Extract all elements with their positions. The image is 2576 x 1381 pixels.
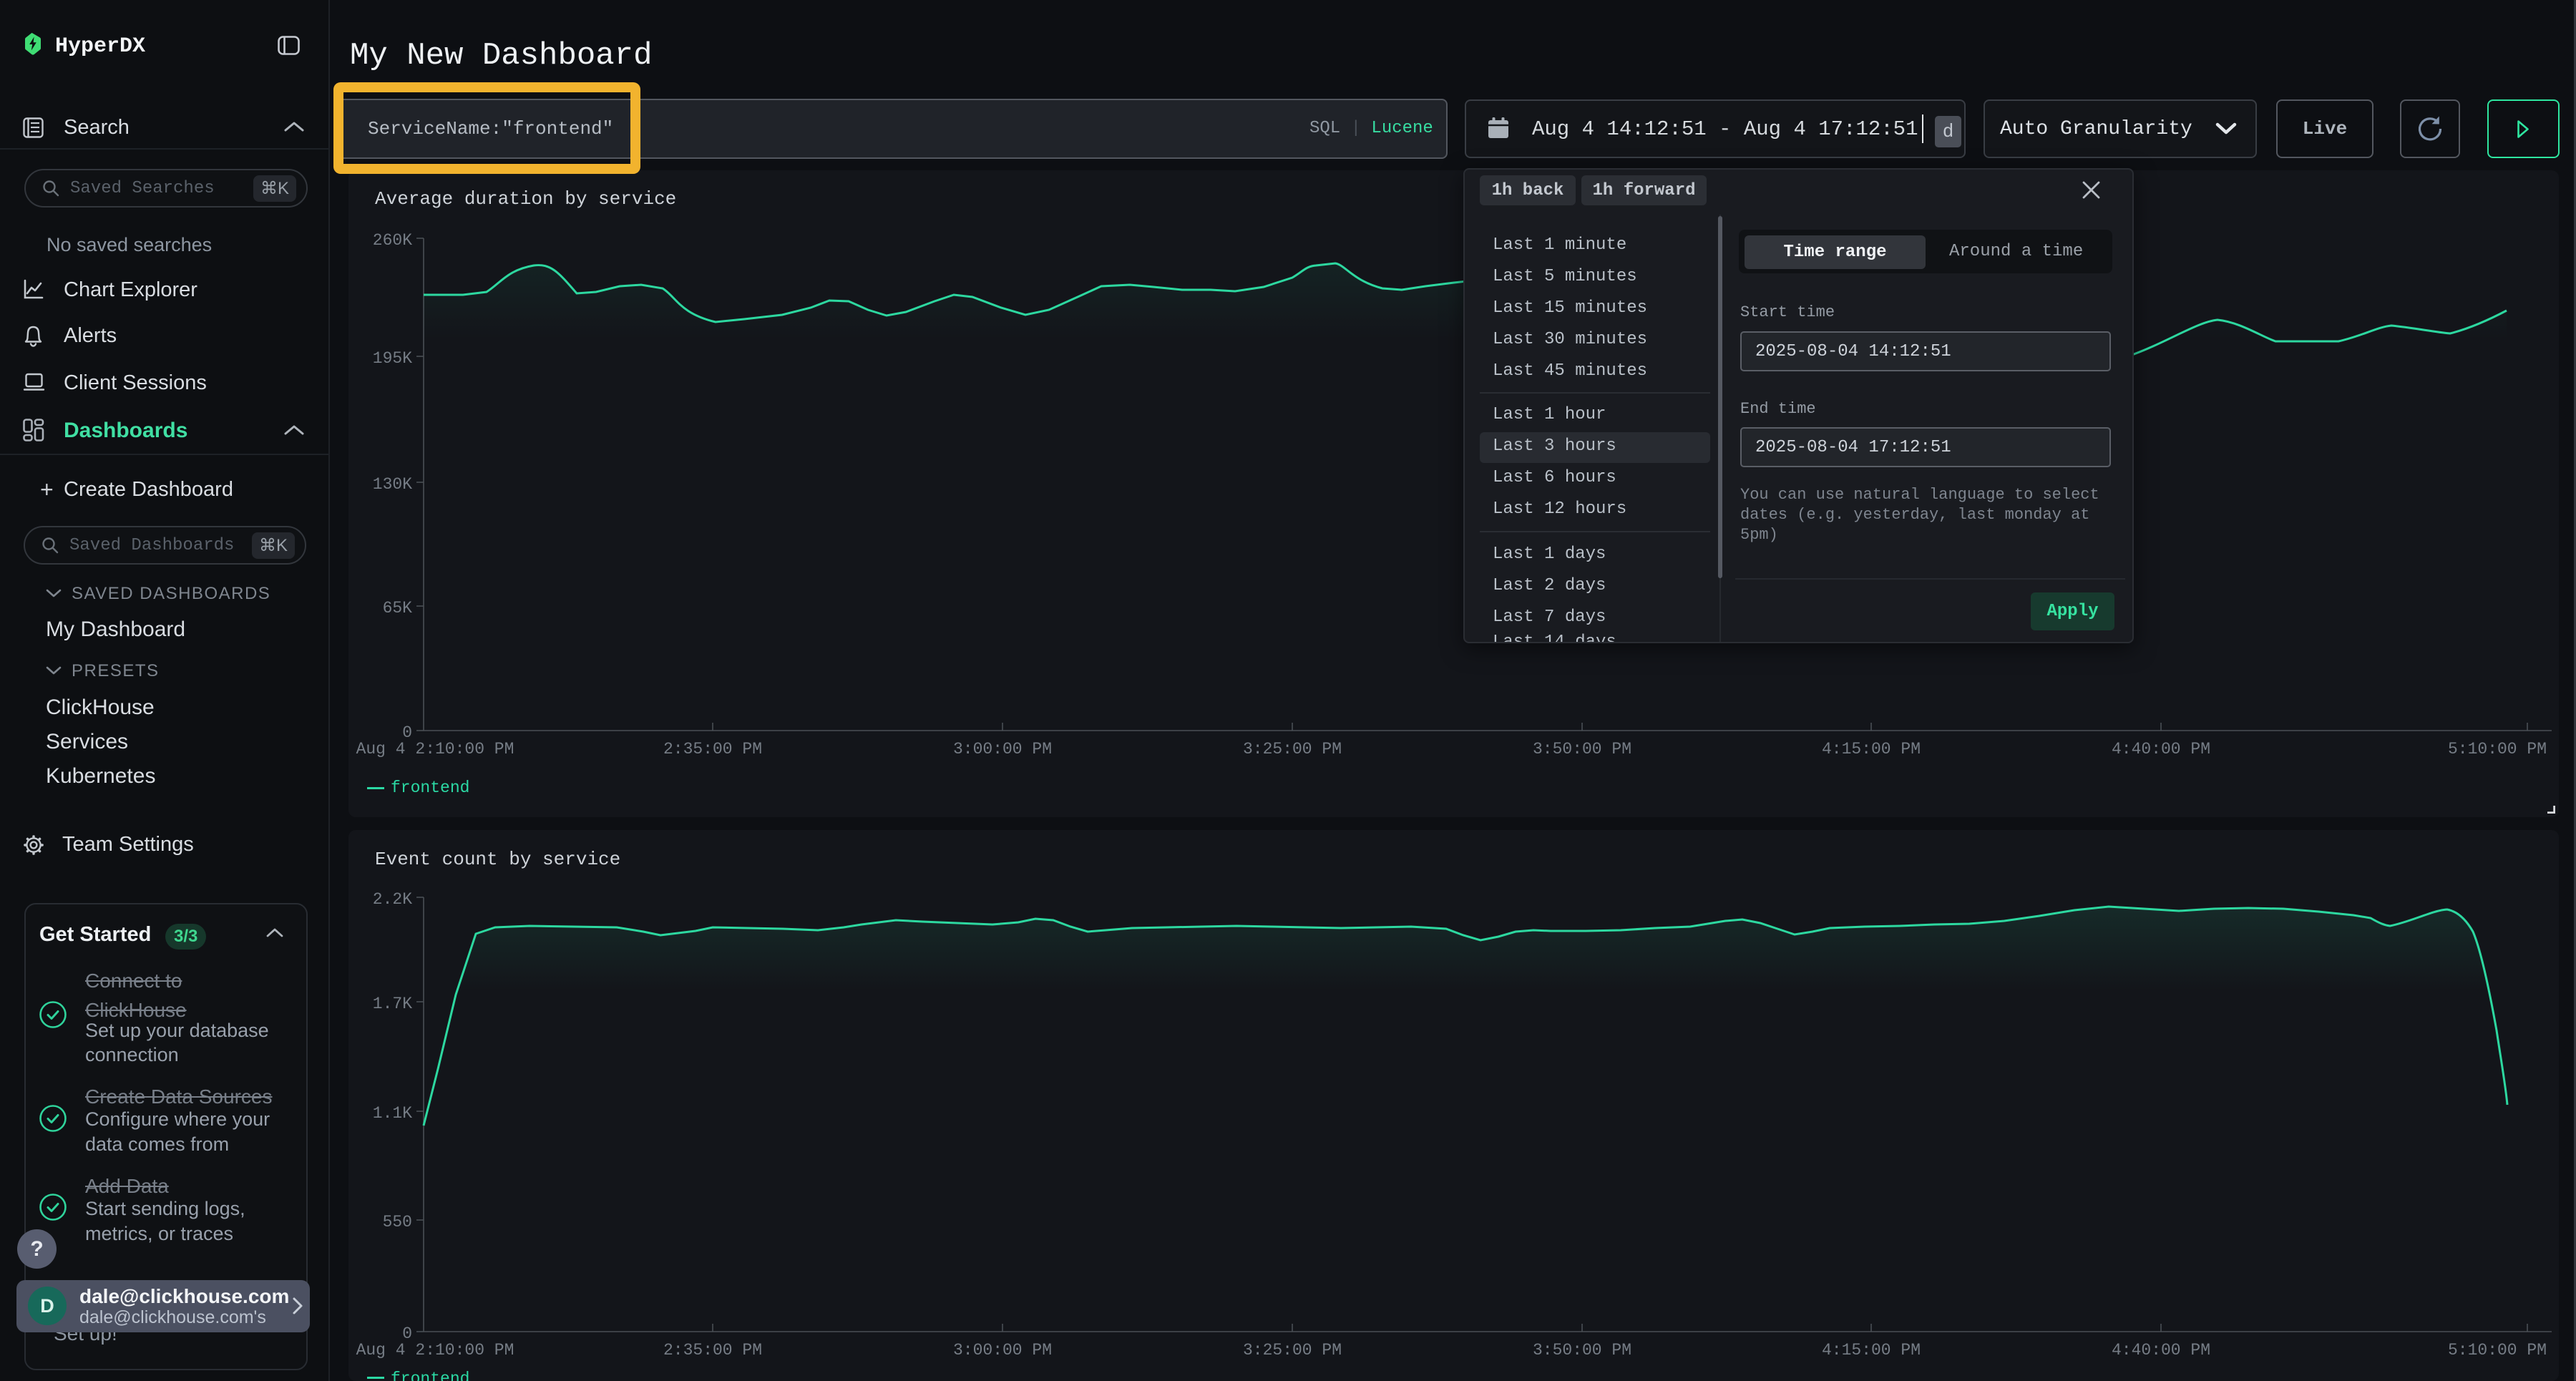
svg-text:5:10:00 PM: 5:10:00 PM: [2448, 1341, 2547, 1360]
svg-text:3:50:00 PM: 3:50:00 PM: [1533, 1341, 1631, 1360]
svg-text:65K: 65K: [383, 599, 413, 618]
svg-text:Aug 4 2:10:00 PM: Aug 4 2:10:00 PM: [356, 740, 514, 758]
svg-text:2:35:00 PM: 2:35:00 PM: [663, 740, 762, 758]
svg-text:550: 550: [383, 1213, 412, 1231]
svg-text:1.1K: 1.1K: [373, 1104, 412, 1123]
svg-text:130K: 130K: [373, 475, 412, 494]
svg-text:195K: 195K: [373, 349, 412, 368]
svg-text:2:35:00 PM: 2:35:00 PM: [663, 1341, 762, 1360]
svg-text:4:15:00 PM: 4:15:00 PM: [1822, 740, 1921, 758]
svg-text:5:10:00 PM: 5:10:00 PM: [2448, 740, 2547, 758]
svg-text:1.7K: 1.7K: [373, 995, 412, 1013]
svg-text:4:40:00 PM: 4:40:00 PM: [2112, 1341, 2210, 1360]
svg-text:3:25:00 PM: 3:25:00 PM: [1243, 1341, 1342, 1360]
svg-text:4:15:00 PM: 4:15:00 PM: [1822, 1341, 1921, 1360]
svg-text:3:50:00 PM: 3:50:00 PM: [1533, 740, 1631, 758]
svg-text:4:40:00 PM: 4:40:00 PM: [2112, 740, 2210, 758]
svg-text:260K: 260K: [373, 231, 412, 250]
svg-text:3:00:00 PM: 3:00:00 PM: [953, 740, 1052, 758]
svg-text:2.2K: 2.2K: [373, 890, 412, 909]
svg-text:3:00:00 PM: 3:00:00 PM: [953, 1341, 1052, 1360]
svg-text:3:25:00 PM: 3:25:00 PM: [1243, 740, 1342, 758]
svg-text:Aug 4 2:10:00 PM: Aug 4 2:10:00 PM: [356, 1341, 514, 1360]
